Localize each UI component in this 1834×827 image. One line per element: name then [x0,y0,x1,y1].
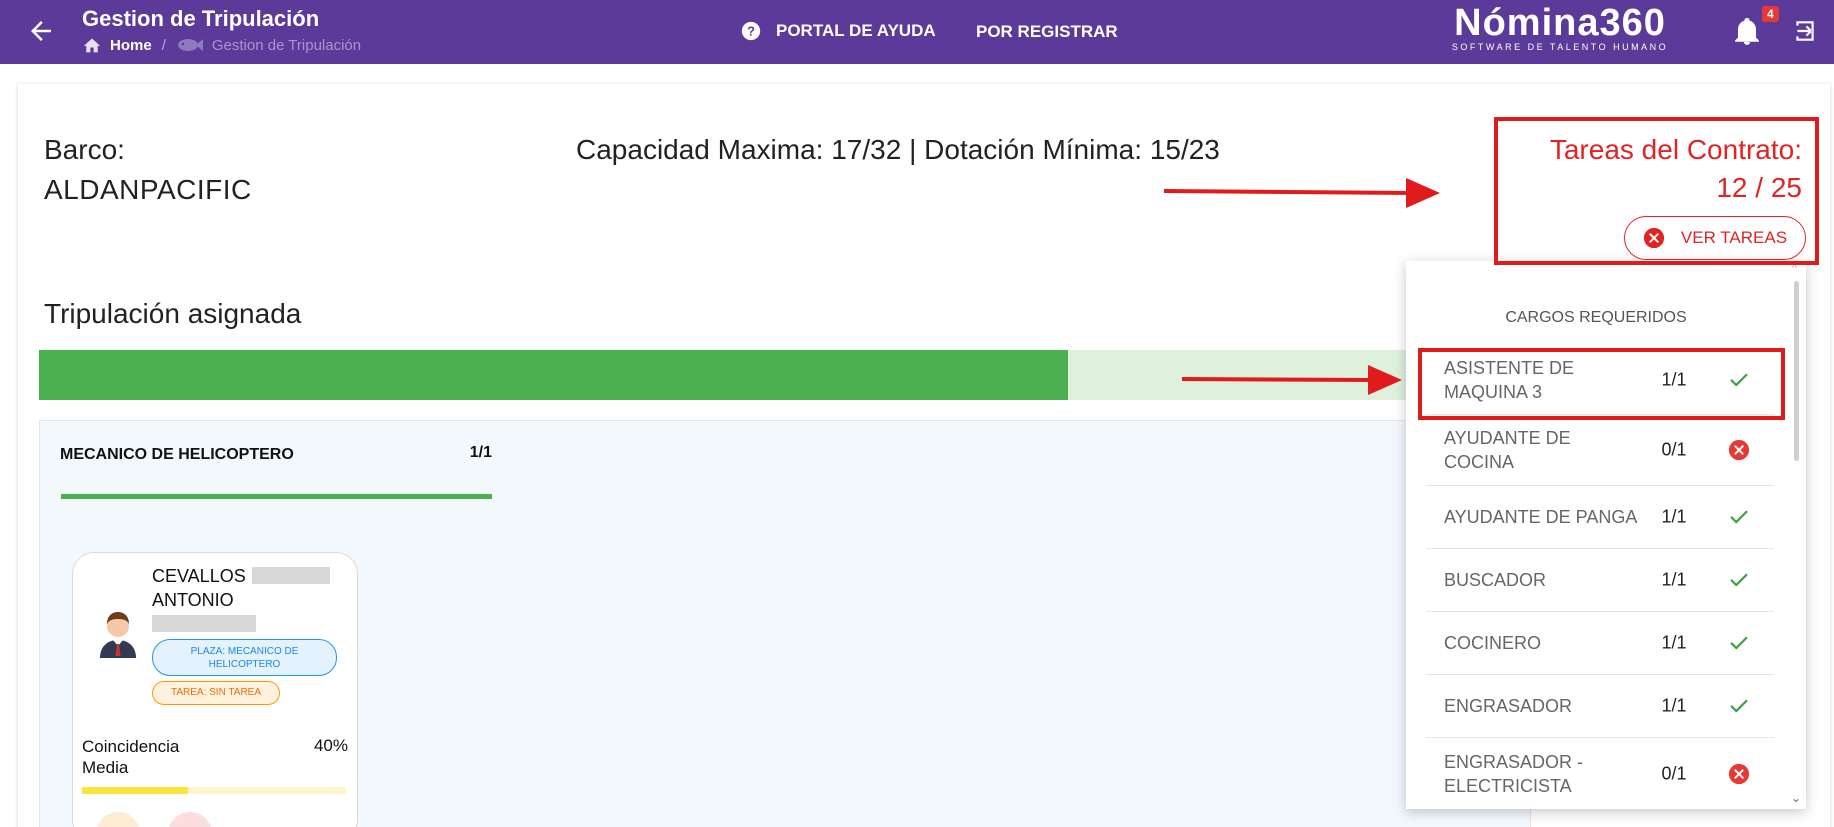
nav-help-label: PORTAL DE AYUDA [776,21,936,40]
required-position-count: 1/1 [1661,506,1687,527]
back-arrow-icon[interactable] [26,16,56,46]
brand-tagline: SOFTWARE DE TALENTO HUMANO [1451,42,1669,52]
notifications-bell-icon[interactable] [1734,18,1760,51]
required-position-name: AYUDANTE DE PANGA [1444,507,1638,527]
required-position-name: ENGRASADOR - ELECTRICISTA [1444,752,1584,796]
required-position-row[interactable]: COCINERO 1/1 [1426,612,1774,675]
home-icon [83,38,101,53]
redacted-block [252,567,330,584]
required-position-count: 1/1 [1661,632,1687,653]
check-icon [1728,632,1750,654]
dropdown-title: CARGOS REQUERIDOS [1505,309,1687,326]
annotation-highlight-tasks [1494,117,1819,265]
avatar-icon [96,606,140,663]
required-position-row[interactable]: ENGRASADOR 1/1 [1426,675,1774,738]
breadcrumb-separator: / [161,36,166,54]
plaza-chip: PLAZA: MECANICO DE HELICOPTERO [152,639,337,676]
check-icon [1728,569,1750,591]
help-circle-icon: ? [741,21,761,41]
breadcrumb: Home / Gestion de Tripulación [82,36,361,54]
capacity-separator: | [909,134,917,165]
notifications-badge: 4 [1762,6,1779,22]
crew-section-title: Tripulación asignada [44,298,302,329]
crew-group-count: 1/1 [469,444,492,461]
brand-logo: Nómina360 SOFTWARE DE TALENTO HUMANO [1440,2,1680,52]
min-crew-value: 15/23 [1149,134,1220,165]
required-positions-dropdown[interactable]: ^ CARGOS REQUERIDOS ASISTENTE DE MAQUINA… [1406,261,1806,809]
capacity-summary: Capacidad Maxima: 17/32 | Dotación Mínim… [576,134,1220,166]
required-position-row[interactable]: BUSCADOR 1/1 [1426,549,1774,612]
nav-por-registrar[interactable]: POR REGISTRAR [976,22,1118,42]
redacted-block [152,615,256,632]
scroll-down-chevron-icon[interactable]: ⌄ [1791,791,1801,805]
required-position-row[interactable]: AYUDANTE DE COCINA 0/1 [1426,415,1774,486]
crew-group-name: MECANICO DE HELICOPTERO [60,446,294,463]
crew-progress-fill [39,350,1069,400]
page-title: Gestion de Tripulación [82,6,320,31]
match-label: Coincidencia Media [82,737,180,777]
top-app-bar: Gestion de Tripulación Home / Gestion de… [0,0,1834,64]
svg-text:?: ? [747,24,755,39]
crew-progress-bar [39,350,1531,400]
annotation-highlight-row [1418,348,1785,420]
match-value: 40% [313,736,348,755]
match-progress-fill [82,787,188,794]
tarea-chip: TAREA: SIN TAREA [152,681,280,705]
ship-name: ALDANPACIFIC [44,174,252,205]
dropdown-scrollbar[interactable] [1794,281,1799,461]
nav-help-portal[interactable]: ? PORTAL DE AYUDA [740,20,936,42]
breadcrumb-current-label: Gestion de Tripulación [211,36,362,54]
crew-group-progress [61,494,492,499]
match-progress-bar [82,787,346,794]
required-position-row[interactable]: ENGRASADOR - ELECTRICISTA 0/1 [1426,738,1774,809]
required-position-name: ENGRASADOR [1444,696,1573,716]
required-position-name: BUSCADOR [1444,570,1547,590]
breadcrumb-home-label: Home [110,36,152,54]
ship-label: Barco: [44,134,125,165]
required-position-count: 0/1 [1661,439,1687,460]
check-icon [1728,695,1750,717]
required-position-row[interactable]: AYUDANTE DE PANGA 1/1 [1426,486,1774,549]
close-circle-icon [1728,439,1750,461]
required-position-count: 0/1 [1661,763,1687,784]
capacity-value: 17/32 [831,134,902,165]
breadcrumb-current: Gestion de Tripulación [176,37,361,54]
required-position-name: COCINERO [1444,633,1542,653]
check-icon [1728,506,1750,528]
fish-icon [177,39,203,51]
logout-icon[interactable] [1792,18,1818,49]
required-position-name: AYUDANTE DE COCINA [1444,428,1571,472]
close-circle-icon [1728,763,1750,785]
breadcrumb-home[interactable]: Home [82,36,152,54]
brand-name: Nómina360 [1454,2,1666,44]
capacity-label: Capacidad Maxima: [576,134,824,165]
required-position-count: 1/1 [1661,569,1687,590]
min-crew-label: Dotación Mínima: [924,134,1143,165]
required-position-count: 1/1 [1661,695,1687,716]
